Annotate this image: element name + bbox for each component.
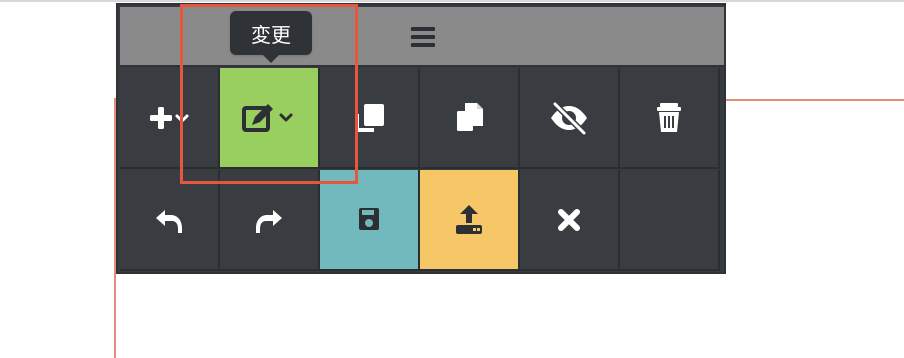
copy-button[interactable] (420, 68, 520, 169)
empty-toolbar-slot (620, 170, 720, 271)
eye-slash-icon (545, 96, 593, 140)
save-icon (347, 198, 391, 242)
redo-icon (247, 198, 291, 242)
redo-button[interactable] (220, 170, 320, 271)
close-button[interactable] (520, 170, 620, 271)
layer-icon (347, 96, 391, 140)
toolbar-header[interactable] (120, 7, 724, 67)
hide-button[interactable] (520, 68, 620, 169)
delete-button[interactable] (620, 68, 720, 169)
tooltip-text: 変更 (251, 22, 291, 47)
hamburger-icon[interactable] (411, 27, 435, 47)
horizontal-guide-line (724, 99, 904, 101)
edit-button[interactable] (220, 68, 320, 169)
trash-icon (649, 96, 689, 140)
upload-button[interactable] (420, 170, 520, 271)
add-button[interactable] (120, 68, 220, 169)
undo-button[interactable] (120, 170, 220, 271)
editor-canvas: 変更 (0, 0, 904, 358)
close-icon (549, 200, 589, 240)
upload-icon (447, 198, 491, 242)
edit-tooltip: 変更 (230, 11, 312, 63)
layer-button[interactable] (320, 68, 420, 169)
save-button[interactable] (320, 170, 420, 271)
edit-with-chevron-icon (234, 98, 304, 138)
undo-icon (147, 198, 191, 242)
floating-toolbar (116, 3, 726, 274)
copy-icon (447, 96, 491, 140)
top-divider (0, 0, 904, 2)
plus-with-chevron-icon (142, 98, 196, 138)
